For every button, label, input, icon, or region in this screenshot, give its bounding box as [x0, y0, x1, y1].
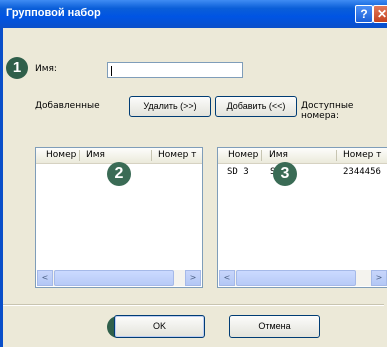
- group-dial-dialog: Групповой набор ? ✕ 1 Имя: Добавленные У…: [0, 0, 387, 347]
- available-numbers-list[interactable]: Номер Имя Номер т SD 3 SMS 2344456 < >: [217, 147, 387, 288]
- list-header: Номер Имя Номер т: [218, 148, 387, 164]
- window-title: Групповой набор: [6, 7, 101, 19]
- callout-3-icon: 3: [273, 162, 297, 186]
- text-caret: [111, 66, 112, 76]
- help-icon[interactable]: ?: [355, 5, 373, 23]
- callout-2-icon: 2: [107, 162, 131, 186]
- column-header-name[interactable]: Имя: [269, 150, 288, 160]
- scroll-thumb[interactable]: [236, 270, 356, 286]
- column-header-name[interactable]: Имя: [86, 150, 105, 160]
- scroll-thumb[interactable]: [54, 270, 174, 286]
- name-label: Имя:: [35, 64, 57, 74]
- window-border-left: [0, 28, 3, 347]
- scroll-right-icon[interactable]: >: [185, 270, 201, 286]
- horizontal-scrollbar[interactable]: < >: [37, 270, 201, 286]
- add-button[interactable]: Добавить (<<): [215, 96, 297, 117]
- column-header-number[interactable]: Номер: [46, 150, 76, 160]
- scroll-left-icon[interactable]: <: [219, 270, 235, 286]
- column-header-phone[interactable]: Номер т: [343, 150, 381, 160]
- cancel-button[interactable]: Отмена: [229, 315, 320, 338]
- available-label: Доступные номера:: [301, 101, 354, 121]
- added-label: Добавленные: [35, 101, 100, 111]
- column-header-number[interactable]: Номер: [228, 150, 258, 160]
- remove-button[interactable]: Удалить (>>): [129, 96, 211, 117]
- column-header-phone[interactable]: Номер т: [158, 150, 196, 160]
- scroll-right-icon[interactable]: >: [371, 270, 387, 286]
- divider: [3, 304, 384, 306]
- ok-button[interactable]: OK: [114, 315, 205, 338]
- horizontal-scrollbar[interactable]: < >: [219, 270, 387, 286]
- name-input[interactable]: [107, 62, 243, 78]
- scroll-left-icon[interactable]: <: [37, 270, 53, 286]
- title-bar: Групповой набор ? ✕: [0, 0, 387, 28]
- row-number[interactable]: SD 3: [227, 167, 249, 177]
- callout-1-icon: 1: [6, 57, 28, 79]
- close-icon[interactable]: ✕: [373, 5, 387, 23]
- row-phone[interactable]: 2344456: [343, 167, 381, 177]
